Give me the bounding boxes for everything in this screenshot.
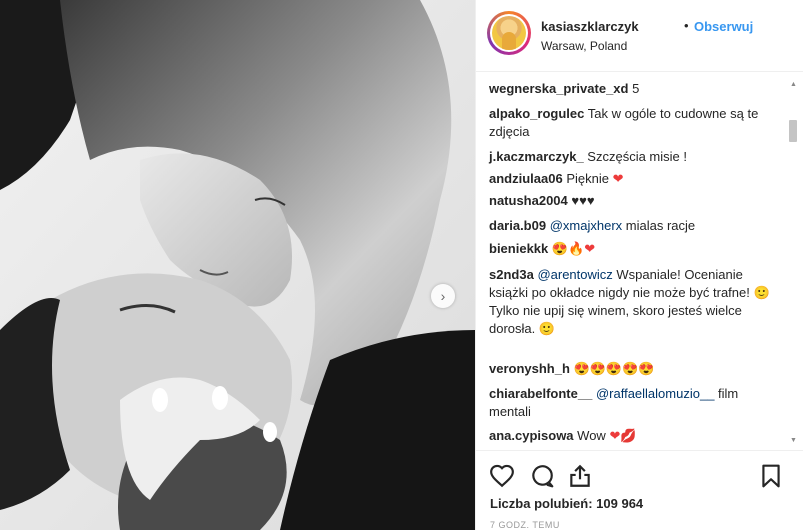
comment-text: Wow	[573, 428, 610, 443]
post-side-panel: kasiaszklarczyk • Obserwuj Warsaw, Polan…	[475, 0, 803, 530]
comment: ana.cypisowa Wow ❤💋	[489, 427, 772, 445]
comment: daria.b09 @xmajxherx mialas racje	[489, 217, 772, 235]
comment: andziulaa06 Pięknie ❤	[489, 170, 772, 188]
heart-emoji-icon: ❤	[584, 241, 596, 256]
comment: j.kaczmarczyk_ Szczęścia misie !	[489, 148, 772, 166]
share-button[interactable]	[567, 463, 593, 489]
scroll-up-arrow-icon[interactable]: ▲	[789, 80, 798, 89]
post-actions: Liczba polubień: 109 964 7 GODZ. TEMU	[476, 450, 803, 530]
comment-username[interactable]: daria.b09	[489, 218, 546, 233]
comment-mention[interactable]: @xmajxherx	[550, 218, 622, 233]
photo-image	[0, 0, 475, 530]
scroll-down-arrow-icon[interactable]: ▼	[789, 436, 798, 445]
comment-username[interactable]: wegnerska_private_xd	[489, 81, 628, 96]
comment-mention[interactable]: @raffaellalomuzio__	[596, 386, 714, 401]
comments-scrollbar[interactable]: ▲ ▼	[789, 80, 798, 450]
comment-username[interactable]: s2nd3a	[489, 267, 534, 282]
comment-username[interactable]: ana.cypisowa	[489, 428, 574, 443]
heart-eyes-emoji-icon: 😍😍😍😍😍	[573, 361, 655, 376]
follow-button[interactable]: Obserwuj	[694, 19, 753, 34]
comment: s2nd3a @arentowicz Wspaniale! Ocenianie …	[489, 266, 772, 338]
comment-text: 5	[628, 81, 640, 96]
share-upload-icon	[570, 464, 590, 487]
carousel-next-button[interactable]: ›	[431, 284, 455, 308]
heart-eyes-emoji-icon: 😍	[551, 241, 569, 256]
post-timestamp[interactable]: 7 GODZ. TEMU	[490, 520, 560, 530]
comment-mention[interactable]: @arentowicz	[537, 267, 612, 282]
heart-emoji-icon: ❤	[609, 428, 621, 443]
comment-text: Pięknie	[562, 171, 613, 186]
likes-count[interactable]: Liczba polubień: 109 964	[490, 496, 643, 511]
author-username[interactable]: kasiaszklarczyk	[541, 19, 639, 34]
comment-button[interactable]	[529, 463, 555, 489]
comment-text: mialas racje	[622, 218, 696, 233]
comment-username[interactable]: natusha2004	[489, 193, 568, 208]
comment-username[interactable]: alpako_rogulec	[489, 106, 584, 121]
post-header: kasiaszklarczyk • Obserwuj Warsaw, Polan…	[476, 0, 803, 72]
fire-emoji-icon: 🔥	[568, 241, 585, 256]
comment: bieniekkk 😍🔥❤	[489, 240, 772, 258]
like-button[interactable]	[489, 463, 515, 489]
separator-dot: •	[684, 18, 689, 33]
comment-username[interactable]: andziulaa06	[489, 171, 563, 186]
comment: alpako_rogulec Tak w ogóle to cudowne są…	[489, 105, 772, 141]
comment: natusha2004 ♥♥♥	[489, 192, 772, 210]
post-photo[interactable]: ›	[0, 0, 475, 530]
comment-username[interactable]: veronyshh_h	[489, 361, 570, 376]
bookmark-icon	[762, 464, 780, 488]
heart-emoji-icon: ❤	[612, 171, 624, 186]
smile-emoji-icon: 🙂	[538, 321, 556, 336]
comment-username[interactable]: chiarabelfonte__	[489, 386, 592, 401]
lips-emoji-icon: 💋	[620, 428, 637, 443]
comment: wegnerska_private_xd 5	[489, 80, 772, 98]
comment-text: ♥♥♥	[567, 193, 595, 208]
comment-text: Szczęścia misie !	[583, 149, 687, 164]
heart-outline-icon	[490, 464, 514, 488]
comment-bubble-icon	[532, 465, 554, 488]
comment-username[interactable]: bieniekkk	[489, 241, 548, 256]
chevron-right-icon: ›	[440, 288, 446, 304]
comment-username[interactable]: j.kaczmarczyk_	[489, 149, 584, 164]
smile-emoji-icon: 🙂	[753, 285, 770, 300]
scroll-thumb[interactable]	[789, 120, 797, 142]
save-button[interactable]	[758, 463, 784, 489]
avatar[interactable]	[487, 11, 531, 55]
comment: chiarabelfonte__ @raffaellalomuzio__ fil…	[489, 385, 772, 421]
comments-list[interactable]: wegnerska_private_xd 5 alpako_rogulec Ta…	[476, 72, 803, 450]
comment: veronyshh_h 😍😍😍😍😍	[489, 360, 772, 378]
comment-text-continued: Tylko nie upij się winem, skoro jesteś w…	[489, 303, 742, 336]
location-link[interactable]: Warsaw, Poland	[541, 39, 627, 53]
